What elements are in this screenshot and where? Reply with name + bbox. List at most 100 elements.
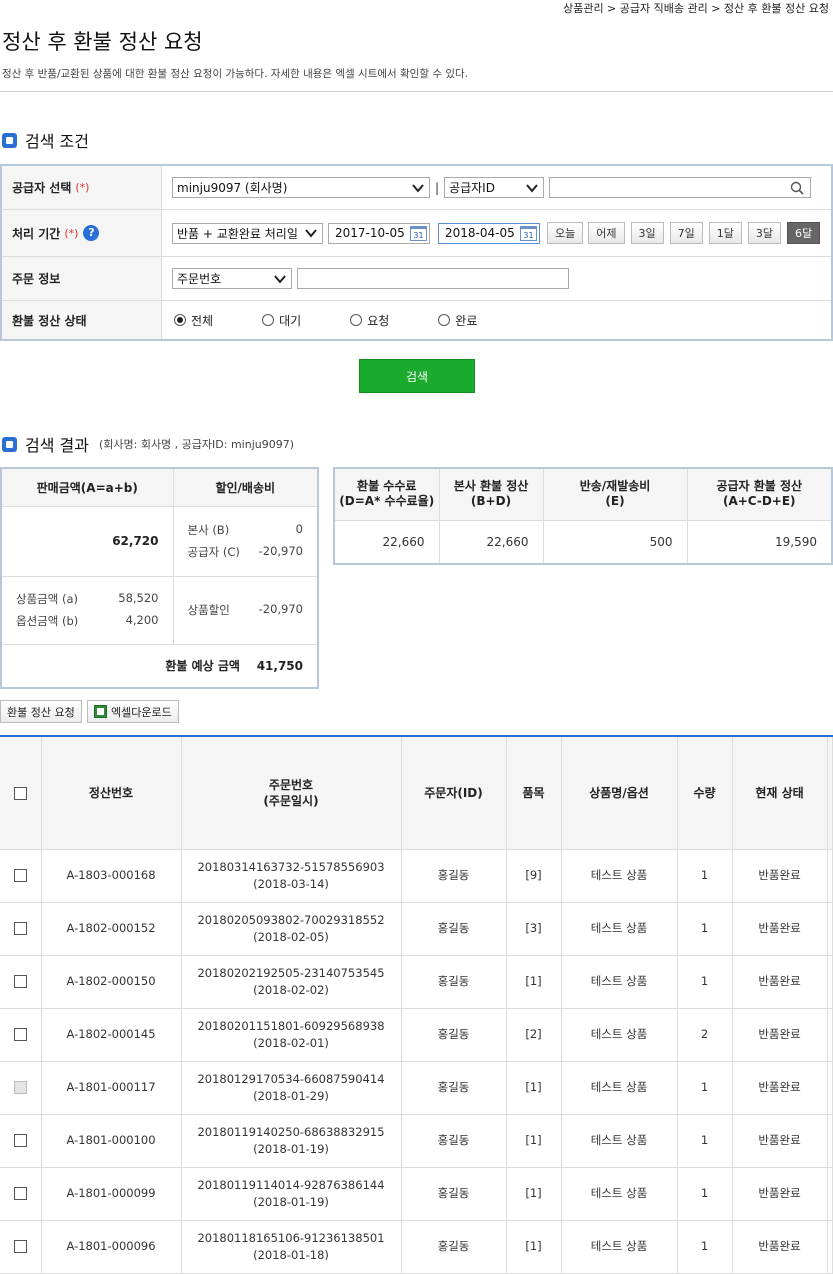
product-amount-label: 상품금액 (a) (16, 592, 78, 606)
supplier-field: minju9097 (회사명) | 공급자ID (162, 166, 831, 209)
refund-request-button[interactable]: 환불 정산 요청 (0, 700, 82, 723)
quick-yesterday-button[interactable]: 어제 (588, 222, 625, 244)
help-icon[interactable]: ? (83, 225, 100, 241)
current-status: 반품완료 (732, 1061, 828, 1115)
supplier-select[interactable]: minju9097 (회사명) (172, 177, 430, 198)
order-type-select[interactable]: 주문번호 (172, 268, 292, 289)
orderer: 홍길동 (401, 849, 507, 903)
quick-range-group: 오늘 어제 3일 7일 1달 3달 6달 (547, 222, 821, 244)
result-title-text: 검색 결과 (25, 436, 89, 455)
product-name: 테스트 상품 (561, 1220, 678, 1274)
date-to-input[interactable]: 2018-04-05 31 (438, 222, 540, 244)
order-input[interactable] (297, 268, 569, 289)
period-label: 처리 기간 (*)? (2, 210, 162, 256)
order-number: 20180119114014-92876386144 (197, 1178, 385, 1193)
amount-breakdown: 상품금액 (a) 58,520 옵션금액 (b) 4,200 (0, 575, 174, 645)
settle-no: A-1802-000150 (41, 955, 182, 1009)
quick-3months-button[interactable]: 3달 (747, 222, 781, 244)
shipping-header-line1: 반송/재발송비 (579, 478, 651, 493)
status-wait-text: 대기 (279, 313, 302, 328)
result-section-title: 검색 결과 (회사명: 회사명 , 공급자ID: minju9097) (2, 432, 294, 456)
search-icon[interactable] (790, 181, 804, 195)
quick-today-button[interactable]: 오늘 (547, 222, 584, 244)
table-row: A-1803-000168 20180314163732-51578556903(… (0, 849, 833, 903)
supplier-label-text: 공급자 선택 (12, 181, 72, 195)
items: [1] (506, 1167, 562, 1221)
excel-download-button[interactable]: 엑셀다운로드 (87, 700, 179, 723)
status-request-radio[interactable]: 요청 (350, 312, 389, 329)
current-status: 반품완료 (732, 955, 828, 1009)
row-checkbox[interactable] (13, 1187, 27, 1201)
fee-header: 환불 수수료 (D=A* 수수료율) (333, 467, 440, 521)
divider (0, 91, 833, 92)
row-checkbox[interactable] (13, 1134, 27, 1148)
supplier-select-value: minju9097 (회사명) (177, 181, 288, 195)
quantity: 1 (677, 1114, 733, 1168)
row-checkbox[interactable] (13, 975, 27, 989)
supplier-id-select-value: 공급자ID (449, 181, 495, 195)
quick-6months-button[interactable]: 6달 (787, 222, 821, 244)
order-no: 20180314163732-51578556903 (2018-03-14) (181, 849, 402, 903)
status-label: 환불 정산 상태 (2, 301, 162, 339)
grid-header-row: 정산번호 주문번호 (주문일시) 주문자(ID) 품목 상품명/옵션 수량 현재 … (0, 736, 833, 850)
radio-circle[interactable] (262, 314, 275, 326)
current-status: 반품완료 (732, 1008, 828, 1062)
order-no: 20180202192505-23140753545 (2018-02-02) (181, 955, 402, 1009)
row-checkbox[interactable] (13, 1240, 27, 1254)
period-type-value: 반품 + 교환완료 처리일 (177, 226, 298, 241)
hq-settle-header: 본사 환불 정산 (B+D) (438, 467, 544, 521)
quick-7days-button[interactable]: 7일 (669, 222, 703, 244)
status-wait-radio[interactable]: 대기 (262, 312, 301, 329)
select-all-cell (0, 736, 42, 850)
order-number: 20180314163732-51578556903 (197, 860, 385, 875)
product-amount-row: 상품금액 (a) 58,520 (2, 588, 173, 610)
row-checkbox (13, 1081, 27, 1095)
settle-no: A-1803-000168 (41, 849, 182, 903)
shipping-value: 500 (542, 519, 688, 565)
col-order-no-line1: 주문번호 (268, 777, 314, 792)
order-number: 20180118165106-91236138501 (197, 1231, 385, 1246)
row-select-cell (0, 955, 42, 1009)
status-done-text: 완료 (455, 313, 478, 328)
status-done-radio[interactable]: 완료 (438, 312, 477, 329)
orderer: 홍길동 (401, 902, 507, 956)
search-button[interactable]: 검색 (359, 359, 475, 393)
row-checkbox[interactable] (13, 1028, 27, 1042)
grid-body: A-1803-000168 20180314163732-51578556903(… (0, 849, 833, 1274)
row-select-cell (0, 1008, 42, 1062)
quantity: 1 (677, 902, 733, 956)
row-select-cell (0, 1114, 42, 1168)
breadcrumb: 상품관리 > 공급자 직배송 관리 > 정산 후 환불 정산 요청 (563, 2, 829, 15)
quick-1month-button[interactable]: 1달 (708, 222, 742, 244)
radio-circle[interactable] (174, 314, 186, 326)
col-extra (827, 736, 833, 850)
table-row: A-1802-000152 20180205093802-70029318552(… (0, 902, 833, 956)
extra-cell (827, 902, 833, 956)
calendar-icon[interactable]: 31 (520, 225, 537, 241)
result-subtitle: (회사명: 회사명 , 공급자ID: minju9097) (98, 438, 295, 451)
supplier-search-input[interactable] (549, 177, 812, 198)
hq-value: 0 (295, 522, 303, 536)
order-date: (2018-03-14) (253, 876, 329, 891)
chevron-down-icon (305, 229, 317, 238)
radio-circle[interactable] (438, 314, 451, 326)
section-square-icon (2, 132, 17, 148)
expected-refund-label: 환불 예상 금액 (165, 659, 240, 674)
order-number: 20180205093802-70029318552 (197, 913, 385, 928)
status-all-radio[interactable]: 전체 (174, 312, 213, 329)
expected-refund-value: 41,750 (256, 659, 303, 674)
current-status: 반품완료 (732, 902, 828, 956)
date-from-input[interactable]: 2017-10-05 31 (328, 222, 430, 244)
select-all-checkbox[interactable] (13, 786, 27, 800)
quick-3days-button[interactable]: 3일 (630, 222, 664, 244)
row-checkbox[interactable] (13, 869, 27, 883)
table-row: A-1801-000096 20180118165106-91236138501(… (0, 1220, 833, 1274)
orderer: 홍길동 (401, 1114, 507, 1168)
supplier-id-select[interactable]: 공급자ID (444, 177, 545, 198)
chevron-down-icon (526, 183, 538, 193)
radio-circle[interactable] (350, 314, 363, 326)
calendar-icon[interactable]: 31 (410, 225, 427, 241)
order-label: 주문 정보 (2, 257, 162, 300)
row-checkbox[interactable] (13, 922, 27, 936)
period-type-select[interactable]: 반품 + 교환완료 처리일 (172, 222, 323, 244)
